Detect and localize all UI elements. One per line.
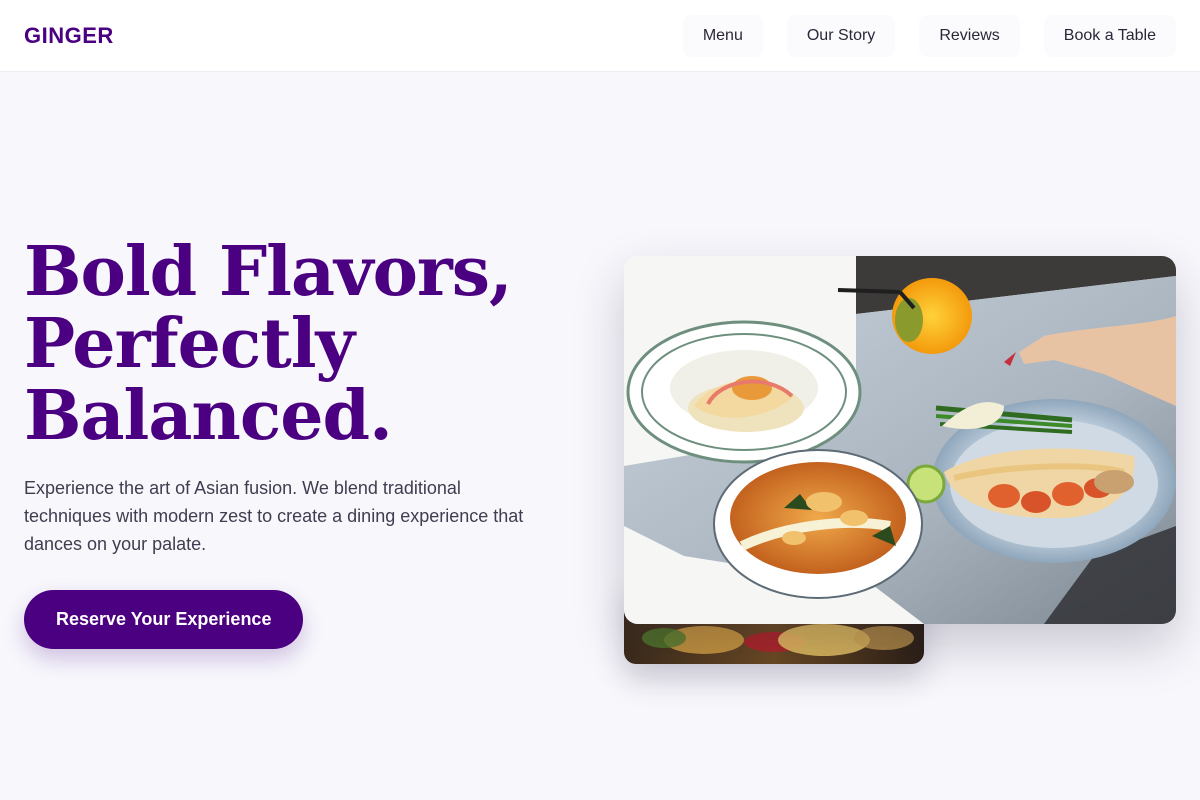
hero-food-image — [624, 256, 1176, 624]
hero-description: Experience the art of Asian fusion. We b… — [24, 478, 524, 554]
main-nav: Menu Our Story Reviews Book a Table — [682, 14, 1176, 57]
reserve-button[interactable]: Reserve Your Experience — [24, 590, 304, 649]
hero-title-line-2: Perfectly — [24, 304, 355, 384]
nav-item-menu[interactable]: Menu — [682, 14, 763, 57]
hero-title: Bold Flavors, Perfectly Balanced. — [24, 236, 564, 452]
hero-title-line-3: Balanced. — [24, 376, 393, 456]
brand-logo[interactable]: GINGER — [24, 23, 114, 49]
nav-item-reviews[interactable]: Reviews — [919, 14, 1020, 57]
hero-title-line-1: Bold Flavors, — [24, 232, 513, 312]
hero-section: Bold Flavors, Perfectly Balanced. Experi… — [24, 236, 564, 649]
food-photo-icon — [624, 256, 1176, 624]
nav-item-our-story[interactable]: Our Story — [786, 14, 896, 57]
nav-item-book-a-table[interactable]: Book a Table — [1043, 14, 1176, 57]
site-header: GINGER Menu Our Story Reviews Book a Tab… — [0, 0, 1200, 72]
